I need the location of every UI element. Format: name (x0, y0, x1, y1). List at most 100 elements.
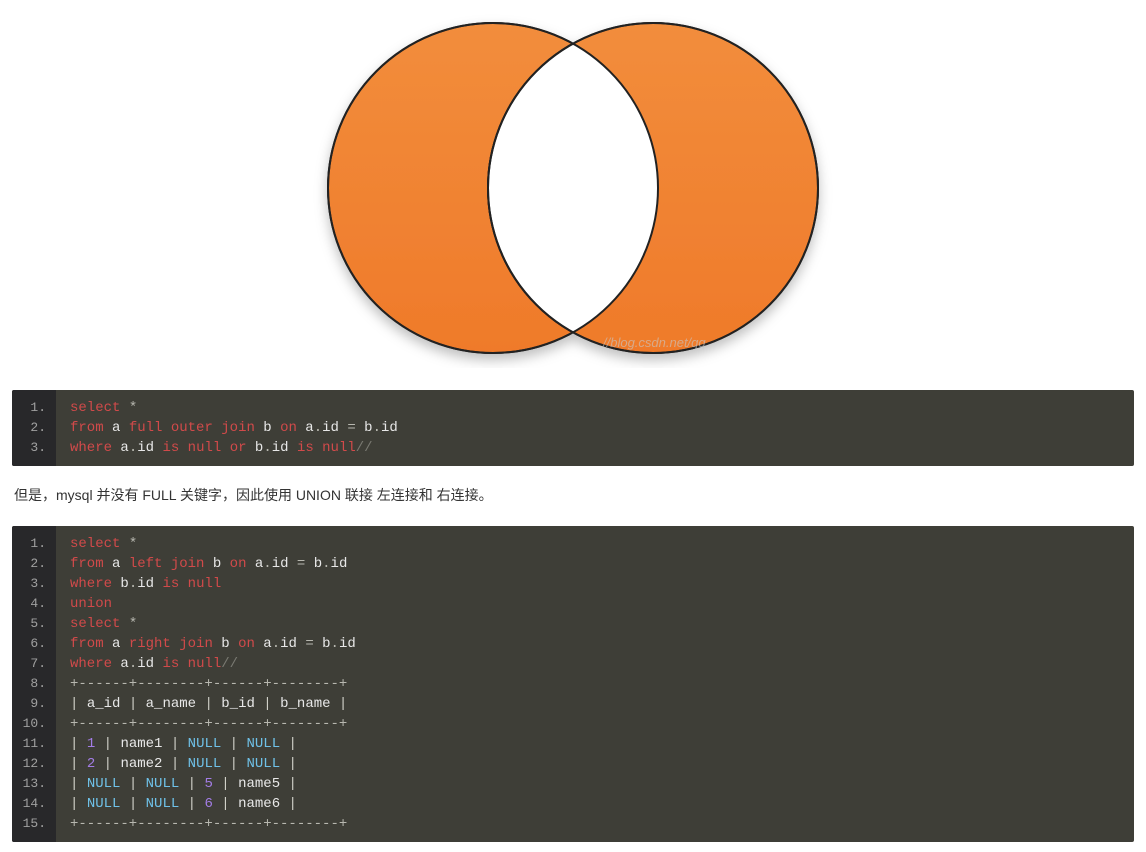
token-id (314, 440, 322, 456)
code-row: 8. +------+--------+------+--------+ (12, 674, 1134, 694)
code-row: 7.where a.id is null// (12, 654, 1134, 674)
code-row: 10.+------+--------+------+--------+ (12, 714, 1134, 734)
token-nul: NULL (146, 776, 180, 792)
code-row: 14.| NULL | NULL | 6 | name6 | (12, 794, 1134, 814)
code-block-1: 1.select *2.from a full outer join b on … (12, 390, 1134, 466)
token-op: +------+--------+------+--------+ (70, 676, 347, 692)
code-row: 6.from a right join b on a.id = b.id (12, 634, 1134, 654)
code-line: +------+--------+------+--------+ (56, 714, 361, 734)
line-number: 3. (12, 438, 56, 466)
token-op: . (314, 420, 322, 436)
line-number: 1. (12, 526, 56, 554)
token-kw: from (70, 420, 104, 436)
token-kw: left (129, 556, 163, 572)
code-line: +------+--------+------+--------+ (56, 674, 361, 694)
token-id (179, 656, 187, 672)
token-id: id (280, 636, 305, 652)
token-kw: right (129, 636, 171, 652)
token-id: a (297, 420, 314, 436)
line-number: 6. (12, 634, 56, 654)
token-cmt: // (356, 440, 373, 456)
token-kw: null (188, 656, 222, 672)
token-op: = (305, 636, 313, 652)
token-pipe: | (95, 756, 120, 772)
token-id: id (272, 556, 297, 572)
token-pipe: | (120, 796, 145, 812)
code-line: from a left join b on a.id = b.id (56, 554, 361, 574)
line-number: 7. (12, 654, 56, 674)
token-num: 6 (204, 796, 212, 812)
token-nul: NULL (188, 756, 222, 772)
code-line: | NULL | NULL | 6 | name6 | (56, 794, 311, 814)
token-id: id (339, 636, 356, 652)
token-id: b (314, 636, 331, 652)
token-id: a (246, 556, 263, 572)
code-row: 4.union (12, 594, 1134, 614)
line-number: 13. (12, 774, 56, 794)
token-id: name5 (238, 776, 280, 792)
token-id: name2 (120, 756, 162, 772)
token-op: = (347, 420, 355, 436)
code-line: select * (56, 526, 151, 554)
token-nul: NULL (87, 796, 121, 812)
token-op: . (263, 556, 271, 572)
token-pipe: | (280, 736, 297, 752)
token-id (162, 420, 170, 436)
code-row: 2.from a left join b on a.id = b.id (12, 554, 1134, 574)
line-number: 14. (12, 794, 56, 814)
token-op: * (120, 400, 137, 416)
token-kw: select (70, 536, 120, 552)
token-id: id (272, 440, 297, 456)
token-pipe: | (280, 756, 297, 772)
token-kw: or (230, 440, 247, 456)
line-number: 9. (12, 694, 56, 714)
code-row: 2.from a full outer join b on a.id = b.i… (12, 418, 1134, 438)
token-pipe: | (120, 776, 145, 792)
token-op: +------+--------+------+--------+ (70, 816, 347, 832)
token-id: id (137, 576, 162, 592)
token-pipe: | (280, 776, 297, 792)
line-number: 8. (12, 674, 56, 694)
token-op: . (129, 576, 137, 592)
token-pipe: | (221, 756, 246, 772)
token-num: 2 (87, 756, 95, 772)
token-id: id (381, 420, 398, 436)
code-line: | NULL | NULL | 5 | name5 | (56, 774, 311, 794)
token-kw: null (188, 440, 222, 456)
token-op: . (373, 420, 381, 436)
token-id (221, 440, 229, 456)
code-line: select * (56, 614, 151, 634)
token-pipe: | (70, 696, 87, 712)
line-number: 11. (12, 734, 56, 754)
token-nul: NULL (247, 736, 281, 752)
token-pipe: | (70, 736, 87, 752)
token-op: . (331, 636, 339, 652)
token-pipe: | (70, 776, 87, 792)
token-id: a (104, 636, 129, 652)
token-pipe: | (213, 776, 238, 792)
code-line: | 1 | name1 | NULL | NULL | (56, 734, 311, 754)
token-kw: on (280, 420, 297, 436)
token-pipe: | (120, 696, 145, 712)
token-op: . (322, 556, 330, 572)
token-id (162, 556, 170, 572)
code-block-2: 1.select *2.from a left join b on a.id =… (12, 526, 1134, 842)
token-cmt: // (221, 656, 238, 672)
line-number: 15. (12, 814, 56, 842)
code-line: select * (56, 390, 151, 418)
code-line: | 2 | name2 | NULL | NULL | (56, 754, 311, 774)
token-id: a_name (146, 696, 196, 712)
token-id: b (204, 556, 229, 572)
token-id: b (213, 636, 238, 652)
token-kw: join (171, 556, 205, 572)
code-line: from a right join b on a.id = b.id (56, 634, 370, 654)
token-pipe: | (179, 776, 204, 792)
code-line: +------+--------+------+--------+ (56, 814, 361, 842)
token-num: 5 (204, 776, 212, 792)
token-id: name6 (238, 796, 280, 812)
token-kw: where (70, 656, 112, 672)
token-kw: from (70, 636, 104, 652)
token-kw: is (297, 440, 314, 456)
token-id: b_name (280, 696, 330, 712)
token-kw: select (70, 400, 120, 416)
